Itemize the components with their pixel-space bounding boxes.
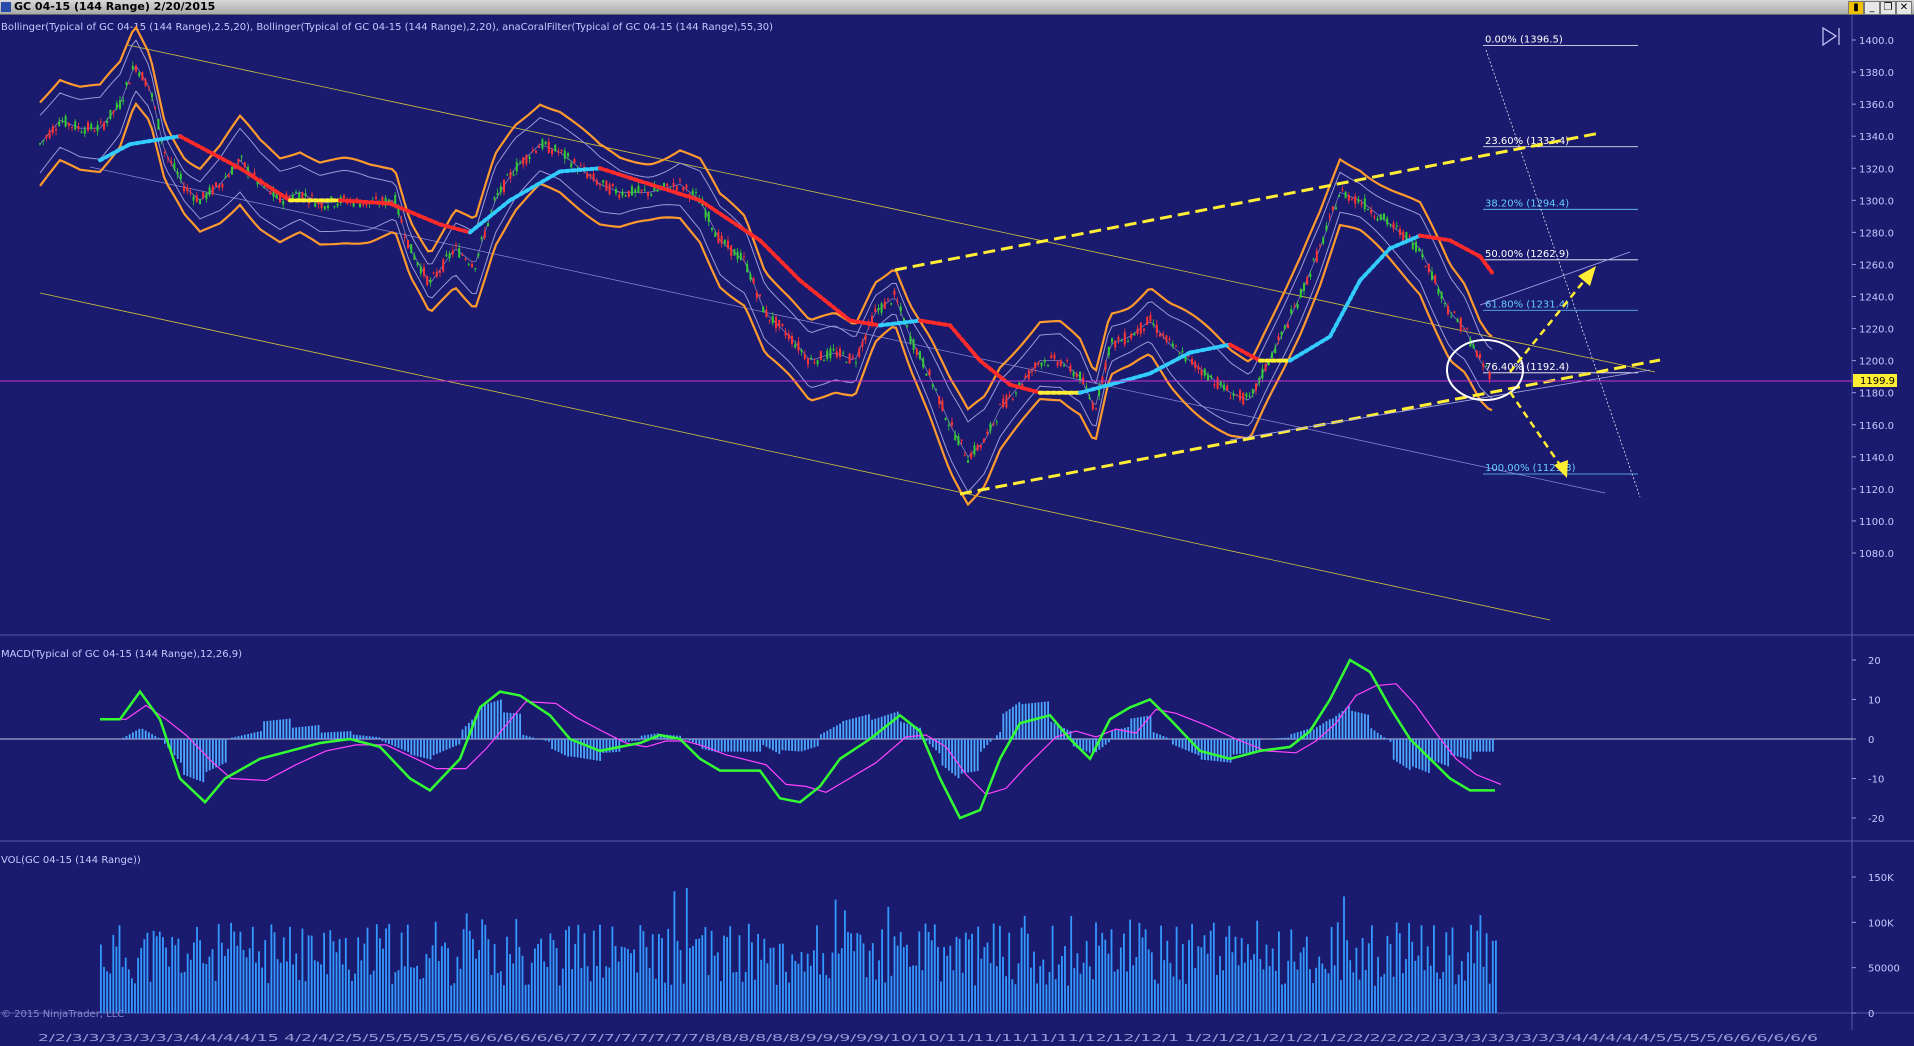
- close-button[interactable]: ✕: [1896, 1, 1912, 15]
- price-tick-label: 1180.0: [1859, 389, 1894, 400]
- price-tick-label: 1280.0: [1859, 228, 1894, 239]
- price-tick-label: 1200.0: [1859, 357, 1894, 368]
- price-tick-label: 1160.0: [1859, 421, 1894, 432]
- minimize-button[interactable]: _: [1864, 1, 1880, 15]
- price-tick-label: 1300.0: [1859, 196, 1894, 207]
- price-tick-label: 1320.0: [1859, 164, 1894, 175]
- volume-tick-label: 0: [1868, 1009, 1874, 1020]
- price-tick-label: 1400.0: [1859, 36, 1894, 47]
- fib-level-label: 0.00% (1396.5): [1485, 35, 1563, 46]
- current-price-label: 1199.9: [1860, 376, 1895, 387]
- price-tick-label: 1260.0: [1859, 260, 1894, 271]
- restore-button[interactable]: ❐: [1880, 1, 1896, 15]
- price-tick-label: 1240.0: [1859, 293, 1894, 304]
- app-icon: [1, 2, 11, 12]
- price-tick-label: 1340.0: [1859, 132, 1894, 143]
- price-tick-label: 1140.0: [1859, 453, 1894, 464]
- macd-tick-label: 20: [1868, 656, 1881, 667]
- price-tick-label: 1220.0: [1859, 325, 1894, 336]
- chart-canvas[interactable]: Bollinger(Typical of GC 04-15 (144 Range…: [0, 15, 1914, 1046]
- window-titlebar: GC 04-15 (144 Range) 2/20/2015 ▮ _ ❐ ✕: [0, 0, 1914, 15]
- price-tick-label: 1080.0: [1859, 549, 1894, 560]
- volume-panel-label: VOL(GC 04-15 (144 Range)): [1, 855, 141, 866]
- fib-level-label: 61.80% (1231.4): [1485, 299, 1569, 310]
- price-tick-label: 1380.0: [1859, 68, 1894, 79]
- macd-tick-label: 10: [1868, 696, 1881, 707]
- price-tick-label: 1120.0: [1859, 485, 1894, 496]
- chart-icon[interactable]: ▮: [1848, 1, 1864, 15]
- x-axis-labels: 2/2/3/3/3/3/3/3/3/4/4/4/4/15 4/2/4/2/5/5…: [38, 1033, 1818, 1044]
- window-title: GC 04-15 (144 Range) 2/20/2015: [14, 0, 216, 13]
- price-tick-label: 1100.0: [1859, 517, 1894, 528]
- volume-tick-label: 100K: [1868, 918, 1894, 929]
- macd-tick-label: -10: [1868, 775, 1884, 786]
- fib-level-label: 76.40% (1192.4): [1485, 362, 1569, 373]
- volume-tick-label: 50000: [1868, 964, 1900, 975]
- macd-tick-label: 0: [1868, 735, 1874, 746]
- macd-panel-label: MACD(Typical of GC 04-15 (144 Range),12,…: [1, 649, 242, 660]
- price-panel-label: Bollinger(Typical of GC 04-15 (144 Range…: [1, 22, 773, 33]
- volume-tick-label: 150K: [1868, 873, 1894, 884]
- copyright-text: © 2015 NinjaTrader, LLC: [1, 1009, 125, 1020]
- macd-tick-label: -20: [1868, 814, 1884, 825]
- price-tick-label: 1360.0: [1859, 100, 1894, 111]
- fib-level-label: 38.20% (1294.4): [1485, 198, 1569, 209]
